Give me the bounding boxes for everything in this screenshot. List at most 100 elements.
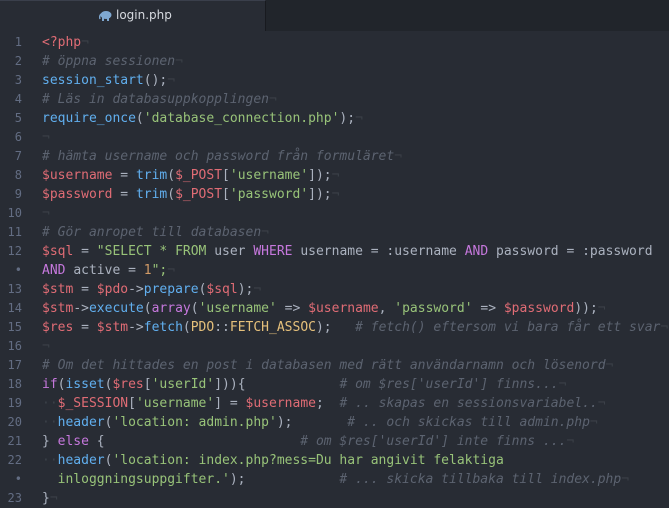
code-token: 1 — [143, 263, 152, 278]
code-text: $stm->execute(array('username' => $usern… — [42, 299, 606, 318]
invisible-char: ¬ — [175, 54, 183, 69]
line-number: 2 — [14, 54, 22, 68]
code-text: inloggningsuppgifter.'); # ... skicka ti… — [42, 470, 629, 489]
code-line[interactable]: 18 if(isset($res['userId'])){ # om $res['… — [0, 375, 669, 394]
code-token: ( — [167, 187, 176, 202]
code-token: , — [378, 301, 395, 316]
code-line[interactable]: 17 # Om det hittades en post i databasen … — [0, 356, 669, 375]
code-token: $username — [245, 396, 316, 411]
code-token: ; — [315, 396, 340, 411]
code-line[interactable]: 11 # Gör anropet till databasen¬ — [0, 223, 669, 242]
code-token: = — [73, 244, 97, 259]
code-line[interactable]: 1 <?php¬ — [0, 33, 669, 52]
code-token: -> — [73, 301, 89, 316]
code-line[interactable]: 19 ··$_SESSION['username'] = $username; #… — [0, 394, 669, 413]
code-line[interactable]: 8 $username = trim($_POST['username']);¬ — [0, 166, 669, 185]
line-number: 11 — [7, 225, 22, 239]
code-token: trim — [135, 168, 168, 183]
code-token: # Gör anropet till databasen — [42, 225, 262, 240]
invisible-char: ¬ — [558, 377, 567, 392]
code-line[interactable]: 13 $stm = $pdo->prepare($sql);¬ — [0, 280, 669, 299]
code-line[interactable]: 22 ··header('location: index.php?mess=Du … — [0, 451, 669, 470]
code-token: 'username' — [198, 301, 277, 316]
code-text: AND active = 1";¬ — [42, 261, 175, 280]
line-number: 10 — [7, 206, 22, 220]
code-token: $username — [308, 301, 379, 316]
code-line[interactable]: 2 # öppna sessionen¬ — [0, 52, 669, 71]
code-token: username = :username — [300, 244, 465, 259]
code-line[interactable]: 23}¬ — [0, 489, 669, 508]
code-token: [ — [143, 377, 152, 392]
code-token: } — [42, 491, 50, 506]
invisible-char: ·· — [42, 396, 58, 411]
code-token: :: — [214, 320, 230, 335]
code-line[interactable]: 6 ¬ — [0, 128, 669, 147]
line-number: 7 — [14, 149, 22, 163]
invisible-char: ¬ — [355, 111, 363, 126]
code-token: # ... skicka tillbaka till index.php — [339, 472, 622, 487]
invisible-char: ·· — [42, 453, 58, 468]
code-token: ( — [135, 111, 144, 126]
code-line[interactable]: 15 $res = $stm->fetch(PDO::FETCH_ASSOC); … — [0, 318, 669, 337]
line-number: 18 — [7, 377, 22, 391]
code-text: # Om det hittades en post i databasen me… — [42, 356, 613, 375]
invisible-char: ¬ — [597, 396, 606, 411]
code-text: ··header('location: admin.php'); # .. oc… — [42, 413, 598, 432]
code-token: $res — [42, 320, 74, 335]
code-line[interactable]: 3 session_start();¬ — [0, 71, 669, 90]
code-token: AND — [464, 244, 496, 259]
invisible-char: ¬ — [167, 263, 176, 278]
invisible-char: ·· — [42, 415, 58, 430]
code-text: session_start();¬ — [42, 71, 175, 90]
code-token: $_POST — [175, 168, 223, 183]
code-token: else — [57, 434, 89, 449]
invisible-char: ¬ — [589, 415, 598, 430]
code-token: -> — [128, 282, 144, 297]
code-token: "; — [151, 263, 168, 278]
code-line[interactable]: 7 # hämta username och password från form… — [0, 147, 669, 166]
code-token: ]); — [308, 187, 332, 202]
code-token: 'username' — [229, 168, 309, 183]
code-line[interactable]: 10 ¬ — [0, 204, 669, 223]
code-token: ] = — [214, 396, 246, 411]
line-number: 22 — [7, 453, 22, 467]
invisible-char: ¬ — [268, 92, 277, 107]
line-number: • — [14, 263, 22, 277]
code-token: # hämta username och password från formu… — [42, 149, 395, 164]
code-text: if(isset($res['userId'])){ # om $res['us… — [42, 375, 566, 394]
code-token: # om $res['userId'] inte finns ... — [300, 434, 567, 449]
editor-pane[interactable]: 1 <?php¬ 2 # öppna sessionen¬ 3 session_start… — [0, 31, 669, 508]
code-token: PDO — [190, 320, 215, 335]
code-token: password = :password — [496, 244, 653, 259]
code-token: execute — [88, 301, 144, 316]
code-text: ··header('location: index.php?mess=Du ha… — [42, 451, 504, 470]
invisible-char: ¬ — [566, 434, 575, 449]
code-line[interactable]: 14 $stm->execute(array('username' => $use… — [0, 299, 669, 318]
code-line[interactable]: 9 $password = trim($_POST['password']);¬ — [0, 185, 669, 204]
invisible-char: ¬ — [167, 73, 176, 88]
code-token: inloggningsuppgifter.' — [57, 472, 230, 487]
code-token: session_start — [42, 73, 144, 88]
code-token: 'location: admin.php' — [112, 415, 277, 430]
code-text: } else { # om $res['userId'] inte finns … — [42, 432, 574, 451]
line-number: 3 — [14, 73, 22, 87]
code-token: trim — [135, 187, 168, 202]
code-line[interactable]: 12 $sql = "SELECT * FROM user WHERE usern… — [0, 242, 669, 261]
code-token: "SELECT * FROM — [96, 244, 215, 259]
code-line[interactable]: 5 require_once('database_connection.php')… — [0, 109, 669, 128]
line-number: 9 — [14, 187, 22, 201]
invisible-char: ¬ — [49, 491, 58, 506]
code-line[interactable]: 16 ¬ — [0, 337, 669, 356]
code-line[interactable]: 21} else { # om $res['userId'] inte finn… — [0, 432, 669, 451]
code-token: $stm — [42, 301, 74, 316]
code-line[interactable]: 4 # Läs in databasuppkopplingen¬ — [0, 90, 669, 109]
code-line[interactable]: 20 ··header('location: admin.php'); # .. … — [0, 413, 669, 432]
tab-login-php[interactable]: login.php — [0, 0, 266, 31]
invisible-char: ¬ — [261, 225, 269, 240]
code-token: $password — [503, 301, 575, 316]
code-line[interactable]: • AND active = 1";¬ — [0, 261, 669, 280]
code-line[interactable]: • inloggningsuppgifter.'); # ... skicka … — [0, 470, 669, 489]
line-number: 4 — [14, 92, 22, 106]
line-number: 12 — [7, 244, 22, 258]
code-text: $sql = "SELECT * FROM user WHERE usernam… — [42, 242, 653, 261]
